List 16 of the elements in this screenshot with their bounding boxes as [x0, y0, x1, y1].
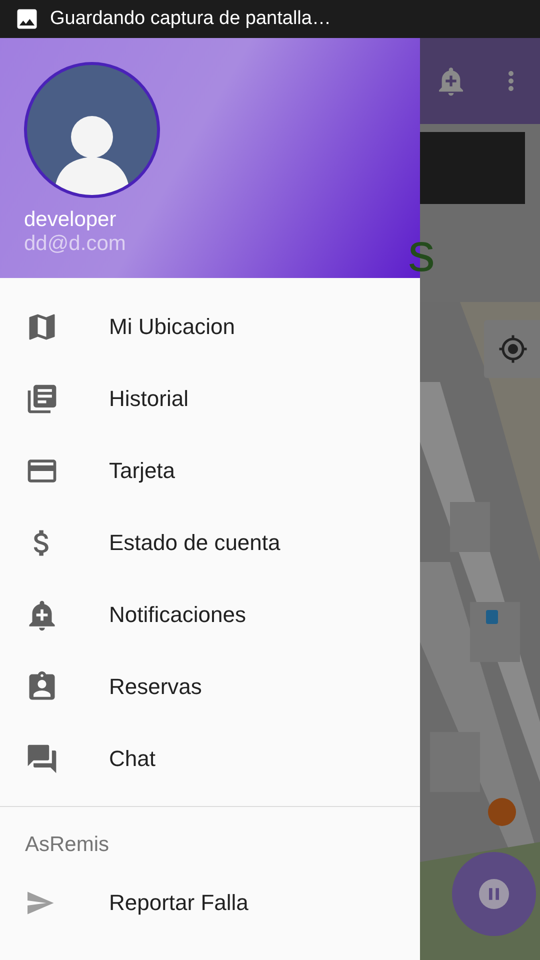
menu-item[interactable]: Reservas: [0, 651, 420, 723]
user-name: developer: [24, 208, 118, 232]
locate-icon: [498, 334, 528, 364]
menu-item[interactable]: Notificaciones: [0, 579, 420, 651]
menu-item[interactable]: Tarjeta: [0, 435, 420, 507]
menu-item[interactable]: Historial: [0, 363, 420, 435]
menu-item[interactable]: Estado de cuenta: [0, 507, 420, 579]
person-icon: [54, 113, 130, 195]
user-email: dd@d.com: [24, 232, 127, 256]
menu-item[interactable]: Reportar Falla: [0, 867, 420, 939]
locate-button[interactable]: [484, 320, 540, 378]
document-stack-icon: [25, 382, 59, 416]
section-title: AsRemis: [24, 832, 110, 858]
notification-text: Guardando captura de pantalla…: [50, 8, 331, 30]
menu-item[interactable]: Chat: [0, 723, 420, 795]
menu-item[interactable]: Mi Ubicacion: [0, 291, 420, 363]
